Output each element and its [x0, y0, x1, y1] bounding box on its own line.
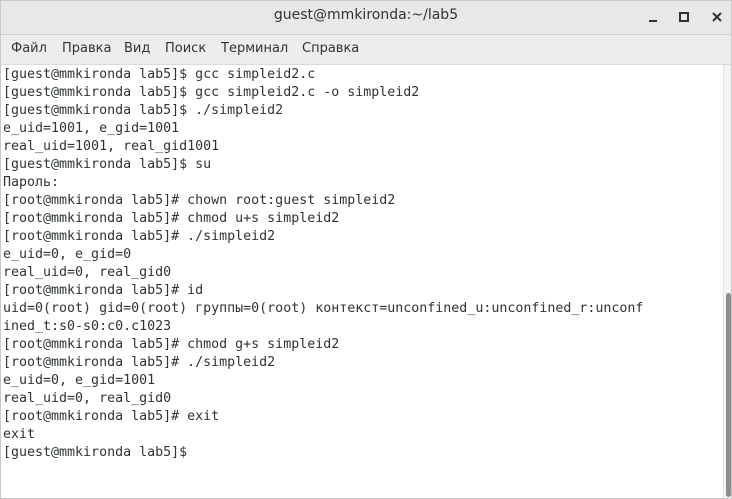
- maximize-button[interactable]: [672, 5, 696, 29]
- terminal-line: e_uid=0, e_gid=0: [3, 247, 132, 262]
- menu-bar: Файл Правка Вид Поиск Терминал Справка: [1, 35, 731, 65]
- terminal-line: [guest@mmkironda lab5]$ gcc simpleid2.c …: [3, 85, 420, 100]
- terminal-line: [guest@mmkironda lab5]$ ./simpleid2: [3, 103, 284, 118]
- terminal-line: real_uid=1001, real_gid1001: [3, 139, 220, 154]
- terminal-output[interactable]: [guest@mmkironda lab5]$ gcc simpleid2.c …: [1, 65, 723, 498]
- terminal-prompt-line: [guest@mmkironda lab5]$: [3, 445, 196, 460]
- terminal-line: [root@mmkironda lab5]# chmod g+s simplei…: [3, 337, 340, 352]
- terminal-line: [guest@mmkironda lab5]$ su: [3, 157, 212, 172]
- terminal-line: [root@mmkironda lab5]# ./simpleid2: [3, 229, 276, 244]
- menu-edit[interactable]: Правка: [62, 41, 111, 56]
- terminal-line: Пароль:: [3, 175, 60, 190]
- terminal-line: [root@mmkironda lab5]# chmod u+s simplei…: [3, 211, 340, 226]
- scrollbar-thumb[interactable]: [726, 293, 731, 497]
- terminal-line: [guest@mmkironda lab5]$ gcc simpleid2.c: [3, 67, 316, 82]
- menu-help[interactable]: Справка: [302, 41, 359, 56]
- close-button[interactable]: [705, 5, 729, 29]
- terminal-line: e_uid=1001, e_gid=1001: [3, 121, 180, 136]
- terminal-scrollbar[interactable]: [723, 65, 731, 498]
- maximize-icon: [679, 12, 689, 22]
- terminal-line: [root@mmkironda lab5]# chown root:guest …: [3, 193, 396, 208]
- menu-search[interactable]: Поиск: [165, 41, 206, 56]
- terminal-line: [root@mmkironda lab5]# ./simpleid2: [3, 355, 276, 370]
- minimize-icon: [649, 20, 657, 22]
- title-bar[interactable]: guest@mmkironda:~/lab5: [1, 1, 731, 35]
- terminal-line: [root@mmkironda lab5]# id: [3, 283, 204, 298]
- terminal-line: e_uid=0, e_gid=1001: [3, 373, 156, 388]
- menu-terminal[interactable]: Терминал: [221, 41, 288, 56]
- menu-file[interactable]: Файл: [11, 41, 47, 56]
- minimize-button[interactable]: [641, 5, 665, 29]
- terminal-line: uid=0(root) gid=0(root) группы=0(root) к…: [3, 301, 644, 316]
- terminal-window: guest@mmkironda:~/lab5 Файл Правка Вид П…: [0, 0, 732, 499]
- terminal-line: [root@mmkironda lab5]# exit: [3, 409, 220, 424]
- window-title: guest@mmkironda:~/lab5: [273, 7, 459, 23]
- terminal-line: real_uid=0, real_gid0: [3, 265, 172, 280]
- terminal-line: real_uid=0, real_gid0: [3, 391, 172, 406]
- close-icon: [712, 12, 722, 22]
- menu-view[interactable]: Вид: [124, 41, 150, 56]
- terminal-line: ined_t:s0-s0:c0.c1023: [3, 319, 172, 334]
- terminal-line: exit: [3, 427, 36, 442]
